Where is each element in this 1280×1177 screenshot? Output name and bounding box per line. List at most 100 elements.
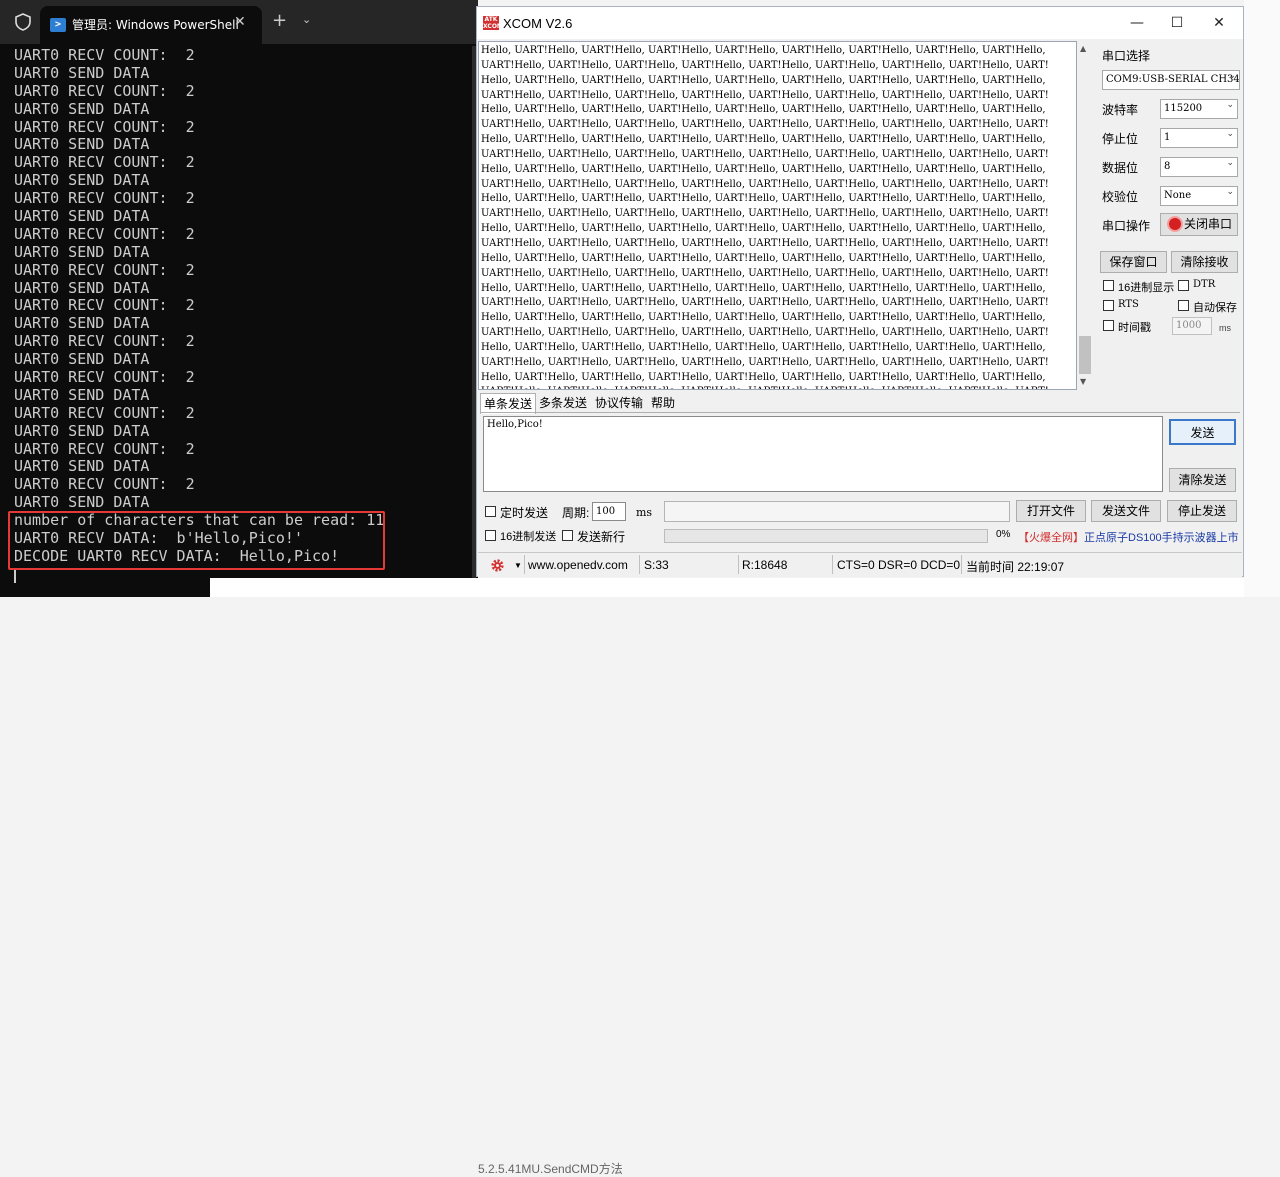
- status-divider: [738, 555, 739, 574]
- status-divider: [639, 555, 640, 574]
- shield-icon: [15, 13, 31, 31]
- new-tab-button[interactable]: +: [272, 10, 287, 31]
- rts-label: RTS: [1118, 299, 1139, 310]
- terminal-line: UART0 SEND DATA: [14, 350, 150, 369]
- rts-checkbox[interactable]: [1103, 300, 1114, 311]
- tab-single-send[interactable]: 单条发送: [480, 393, 537, 414]
- parity-select-value: None: [1164, 190, 1192, 201]
- terminal-line: UART0 SEND DATA: [14, 207, 150, 226]
- tab-title: 管理员: Windows PowerShell: [72, 18, 239, 32]
- port-select[interactable]: COM9:USB-SERIAL CH340 ⌄: [1102, 70, 1240, 90]
- terminal-line: UART0 RECV COUNT: 2: [14, 153, 195, 172]
- maximize-button[interactable]: ☐: [1157, 12, 1197, 34]
- terminal-line: UART0 SEND DATA: [14, 457, 150, 476]
- scroll-up-icon[interactable]: ▲: [1080, 44, 1086, 53]
- send-newline-checkbox[interactable]: [562, 530, 573, 541]
- file-path-input[interactable]: [664, 501, 1010, 522]
- port-op-label: 串口操作: [1102, 219, 1151, 233]
- timed-send-checkbox[interactable]: [485, 506, 496, 517]
- hex-display-label: 16进制显示: [1118, 282, 1175, 294]
- terminal-line: UART0 RECV COUNT: 2: [14, 475, 195, 494]
- send-file-button[interactable]: 发送文件: [1091, 500, 1161, 522]
- tab-help[interactable]: 帮助: [648, 393, 678, 413]
- stop-send-button[interactable]: 停止发送: [1167, 500, 1237, 522]
- terminal-line: UART0 RECV COUNT: 2: [14, 224, 195, 243]
- tab-powershell[interactable]: > 管理员: Windows PowerShell ✕: [40, 6, 262, 44]
- window-title: XCOM V2.6: [503, 16, 573, 31]
- terminal-line: UART0 SEND DATA: [14, 242, 150, 261]
- terminal-line: UART0 RECV COUNT: 2: [14, 368, 195, 387]
- hex-display-checkbox[interactable]: [1103, 280, 1114, 291]
- dtr-label: DTR: [1193, 279, 1216, 290]
- stopbits-label: 停止位: [1102, 132, 1139, 146]
- xcom-window: ATK XCOM XCOM V2.6 — ☐ ✕ Hello, UART!Hell…: [476, 6, 1244, 577]
- chevron-down-icon[interactable]: ⌄: [302, 13, 311, 26]
- scrollbar-thumb[interactable]: [1079, 336, 1091, 374]
- baud-select[interactable]: 115200 ⌄: [1160, 99, 1238, 119]
- databits-label: 数据位: [1102, 161, 1139, 175]
- stopbits-select[interactable]: 1 ⌄: [1160, 128, 1238, 148]
- open-file-button[interactable]: 打开文件: [1016, 500, 1086, 522]
- timestamp-unit: ms: [1219, 323, 1231, 333]
- chevron-down-icon[interactable]: ▼: [514, 561, 522, 570]
- timed-send-label: 定时发送: [500, 506, 549, 520]
- status-divider: [961, 555, 962, 574]
- receive-area[interactable]: Hello, UART!Hello, UART!Hello, UART!Hell…: [478, 41, 1077, 390]
- parity-select[interactable]: None ⌄: [1160, 186, 1238, 206]
- send-button[interactable]: 发送: [1169, 419, 1236, 445]
- hex-send-checkbox[interactable]: [485, 530, 496, 541]
- send-progress-bar: [664, 529, 988, 543]
- chevron-down-icon: ⌄: [1226, 129, 1234, 139]
- timestamp-input[interactable]: 1000: [1172, 317, 1212, 335]
- clear-send-button[interactable]: 清除发送: [1169, 468, 1236, 492]
- close-button[interactable]: ✕: [1199, 12, 1239, 34]
- sent-count: S:33: [644, 558, 669, 572]
- scroll-down-icon[interactable]: ▼: [1080, 377, 1086, 386]
- status-divider: [524, 555, 525, 574]
- terminal-line: UART0 RECV COUNT: 2: [14, 332, 195, 351]
- current-time: 当前时间 22:19:07: [966, 560, 1065, 574]
- terminal-line: UART0 SEND DATA: [14, 278, 150, 297]
- baud-label: 波特率: [1102, 103, 1139, 117]
- powershell-window: > 管理员: Windows PowerShell ✕ + ⌄ UART0 RE…: [0, 0, 478, 597]
- auto-save-checkbox[interactable]: [1178, 300, 1189, 311]
- period-label: 周期:: [562, 506, 590, 520]
- chevron-down-icon: ⌄: [1226, 100, 1234, 110]
- save-window-button[interactable]: 保存窗口: [1100, 251, 1167, 273]
- terminal-line: UART0 SEND DATA: [14, 385, 150, 404]
- website-link[interactable]: www.openedv.com: [528, 558, 628, 572]
- clear-receive-button[interactable]: 清除接收: [1171, 251, 1238, 273]
- port-select-value: COM9:USB-SERIAL CH340: [1106, 74, 1240, 85]
- close-tab-icon[interactable]: ✕: [234, 14, 246, 30]
- terminal-line: UART0 RECV COUNT: 2: [14, 46, 195, 64]
- ad-link[interactable]: 【火爆全网】正点原子DS100手持示波器上市: [1018, 529, 1239, 545]
- tab-protocol[interactable]: 协议传输: [592, 393, 646, 413]
- ad-text: 正点原子DS100手持示波器上市: [1084, 532, 1239, 544]
- close-port-button[interactable]: 关闭串口: [1160, 213, 1238, 236]
- terminal-line: UART0 RECV COUNT: 2: [14, 296, 195, 315]
- minimize-button[interactable]: —: [1117, 12, 1157, 34]
- period-input[interactable]: 100: [592, 502, 626, 521]
- stopbits-select-value: 1: [1164, 132, 1171, 143]
- tab-multi-send[interactable]: 多条发送: [536, 393, 590, 413]
- chevron-down-icon: ⌄: [1228, 71, 1236, 81]
- terminal-output[interactable]: UART0 RECV COUNT: 2 UART0 SEND DATA UART0 …: [14, 46, 474, 566]
- terminal-cursor: [14, 570, 16, 583]
- powershell-icon: >: [50, 18, 66, 32]
- databits-select-value: 8: [1164, 161, 1171, 172]
- close-port-label: 关闭串口: [1183, 217, 1232, 231]
- background-text: 5.2.5.41MU.SendCMD方法: [478, 1162, 623, 1176]
- gear-icon[interactable]: [490, 558, 505, 573]
- highlight-box: [8, 511, 385, 570]
- atk-logo-icon: ATK XCOM: [483, 16, 503, 30]
- send-textarea[interactable]: Hello,Pico!: [483, 416, 1163, 492]
- databits-select[interactable]: 8 ⌄: [1160, 157, 1238, 177]
- terminal-line: UART0 SEND DATA: [14, 99, 150, 118]
- signal-status: CTS=0 DSR=0 DCD=0: [837, 558, 961, 572]
- terminal-line: UART0 SEND DATA: [14, 493, 150, 512]
- terminal-line: UART0 SEND DATA: [14, 171, 150, 190]
- progress-percent: 0%: [996, 529, 1011, 540]
- timestamp-checkbox[interactable]: [1103, 320, 1114, 331]
- terminal-line: UART0 RECV COUNT: 2: [14, 81, 195, 100]
- dtr-checkbox[interactable]: [1178, 280, 1189, 291]
